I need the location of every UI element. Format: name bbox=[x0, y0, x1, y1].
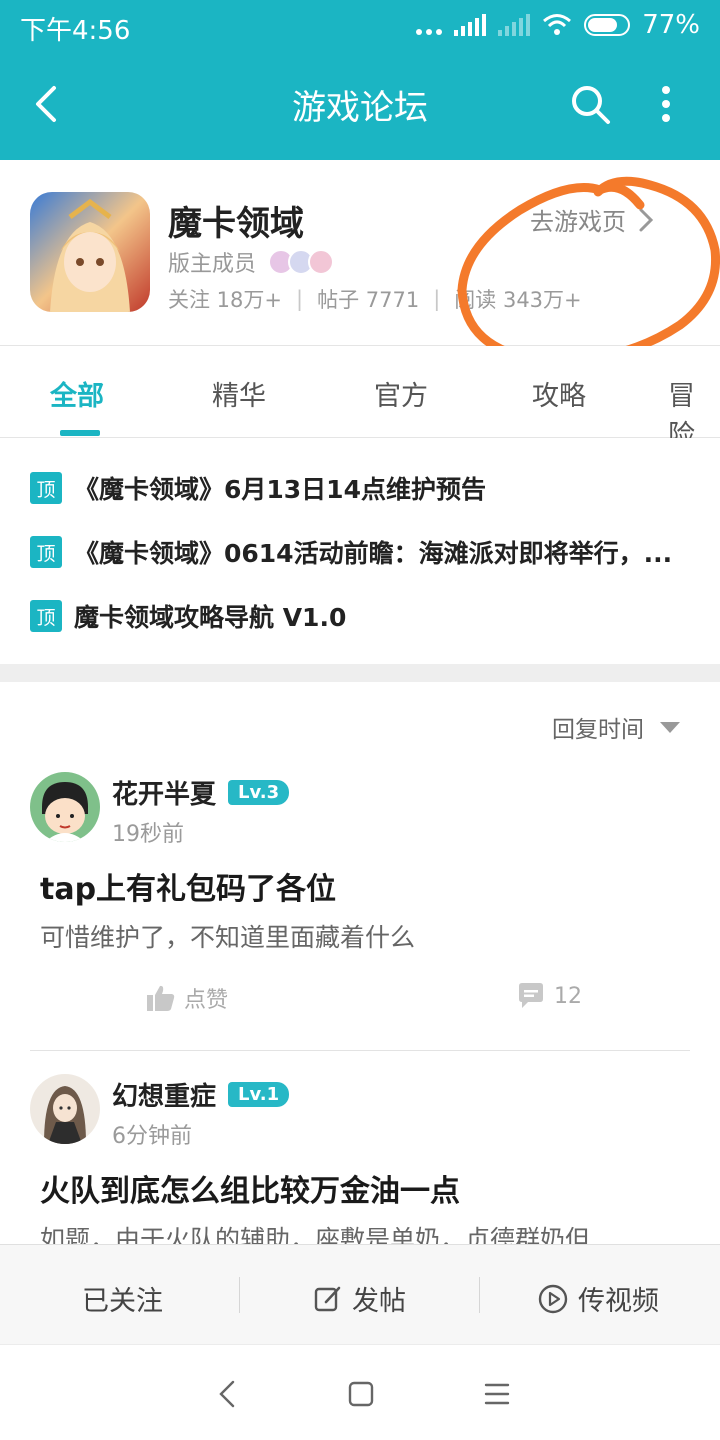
new-post-button[interactable]: 发帖 bbox=[314, 1279, 406, 1318]
status-time: 下午4:56 bbox=[20, 16, 131, 46]
more-vertical-icon[interactable] bbox=[648, 82, 684, 126]
comment-button[interactable]: 12 bbox=[516, 982, 582, 1010]
action-divider bbox=[479, 1277, 480, 1313]
page-title: 游戏论坛 bbox=[292, 88, 428, 128]
read-count: 阅读 343万+ bbox=[454, 288, 582, 312]
level-badge: Lv.1 bbox=[228, 1082, 290, 1107]
forum-header: 魔卡领域 版主成员 关注 18万+ | 帖子 7771 | 阅读 343万+ 去… bbox=[0, 160, 720, 346]
forum-name: 魔卡领域 bbox=[168, 204, 304, 244]
post-divider bbox=[30, 1050, 690, 1051]
tab-all[interactable]: 全部 bbox=[50, 374, 104, 413]
battery-icon bbox=[584, 14, 631, 36]
search-icon[interactable] bbox=[568, 82, 612, 126]
user-avatar[interactable] bbox=[30, 1074, 100, 1144]
post-author[interactable]: 幻想重症 Lv.1 bbox=[112, 1076, 290, 1113]
pin-badge: 顶 bbox=[30, 472, 62, 504]
tab-featured[interactable]: 精华 bbox=[212, 374, 266, 413]
nav-menu-icon[interactable] bbox=[482, 1379, 512, 1409]
chevron-right-icon bbox=[639, 208, 654, 231]
post-time: 19秒前 bbox=[112, 822, 184, 847]
followed-label: 已关注 bbox=[82, 1286, 163, 1317]
post-time: 6分钟前 bbox=[112, 1124, 192, 1149]
game-avatar[interactable] bbox=[30, 192, 150, 312]
level-badge: Lv.3 bbox=[228, 780, 290, 805]
pin-badge: 顶 bbox=[30, 536, 62, 568]
pinned-title: 《魔卡领域》6月13日14点维护预告 bbox=[74, 475, 486, 504]
forum-stats: 关注 18万+ | 帖子 7771 | 阅读 343万+ bbox=[168, 284, 582, 314]
tab-official[interactable]: 官方 bbox=[374, 374, 428, 413]
like-label: 点赞 bbox=[184, 988, 229, 1013]
pinned-title: 魔卡领域攻略导航 V1.0 bbox=[74, 603, 347, 632]
system-nav-bar bbox=[0, 1344, 720, 1440]
pinned-posts: 顶 《魔卡领域》6月13日14点维护预告 顶 《魔卡领域》0614活动前瞻：海滩… bbox=[0, 438, 720, 664]
battery-percent: 77% bbox=[642, 10, 700, 40]
go-game-page-link[interactable]: 去游戏页 bbox=[530, 202, 654, 237]
status-bar: 下午4:56 77% bbox=[0, 0, 720, 50]
play-circle-icon bbox=[538, 1284, 568, 1313]
like-button[interactable]: 点赞 bbox=[146, 982, 228, 1014]
nav-back-icon[interactable] bbox=[213, 1379, 243, 1409]
section-divider bbox=[0, 664, 720, 682]
top-bar: 游戏论坛 bbox=[0, 50, 720, 160]
tab-indicator bbox=[60, 430, 100, 436]
sort-label: 回复时间 bbox=[552, 717, 644, 743]
author-name: 幻想重症 bbox=[112, 1082, 217, 1112]
signal-weak-icon bbox=[498, 14, 531, 36]
nav-home-icon[interactable] bbox=[346, 1379, 376, 1409]
post-excerpt: 可惜维护了，不知道里面藏着什么 bbox=[40, 923, 416, 952]
pinned-item[interactable]: 顶 《魔卡领域》6月13日14点维护预告 bbox=[30, 468, 700, 508]
signal-icon bbox=[454, 14, 487, 36]
thumbs-up-icon bbox=[147, 985, 175, 1011]
moderator-avatars bbox=[268, 249, 335, 275]
go-game-label: 去游戏页 bbox=[530, 208, 626, 236]
edit-icon bbox=[314, 1286, 341, 1311]
moderators[interactable]: 版主成员 bbox=[168, 246, 335, 278]
post-count: 帖子 7771 bbox=[317, 288, 420, 312]
pinned-item[interactable]: 顶 《魔卡领域》0614活动前瞻：海滩派对即将举行，... bbox=[30, 532, 700, 572]
comment-icon bbox=[519, 983, 543, 1008]
action-divider bbox=[239, 1277, 240, 1313]
followed-button[interactable]: 已关注 bbox=[82, 1279, 163, 1318]
follow-count: 关注 18万+ bbox=[168, 288, 282, 312]
post-title: 火队到底怎么组比较万金油一点 bbox=[40, 1174, 460, 1209]
sort-dropdown[interactable]: 回复时间 bbox=[552, 710, 680, 744]
caret-down-icon bbox=[660, 721, 680, 733]
wifi-icon bbox=[543, 14, 572, 35]
pinned-item[interactable]: 顶 魔卡领域攻略导航 V1.0 bbox=[30, 596, 700, 636]
comment-count: 12 bbox=[554, 983, 582, 1009]
moderators-label: 版主成员 bbox=[168, 252, 257, 277]
author-name: 花开半夏 bbox=[112, 780, 217, 810]
bottom-action-bar: 已关注 发帖 传视频 bbox=[0, 1244, 720, 1344]
upload-video-button[interactable]: 传视频 bbox=[538, 1279, 659, 1318]
post-title: tap上有礼包码了各位 bbox=[40, 872, 337, 907]
user-avatar[interactable] bbox=[30, 772, 100, 842]
tab-guides[interactable]: 攻略 bbox=[532, 374, 586, 413]
more-signal-icon bbox=[416, 15, 443, 35]
new-post-label: 发帖 bbox=[352, 1286, 406, 1317]
pin-badge: 顶 bbox=[30, 600, 62, 632]
tab-bar: 全部 精华 官方 攻略 冒险 bbox=[0, 346, 720, 451]
pinned-title: 《魔卡领域》0614活动前瞻：海滩派对即将举行，... bbox=[74, 539, 673, 568]
upload-video-label: 传视频 bbox=[578, 1286, 659, 1317]
status-icons: 77% bbox=[416, 10, 700, 40]
post-author[interactable]: 花开半夏 Lv.3 bbox=[112, 774, 290, 811]
